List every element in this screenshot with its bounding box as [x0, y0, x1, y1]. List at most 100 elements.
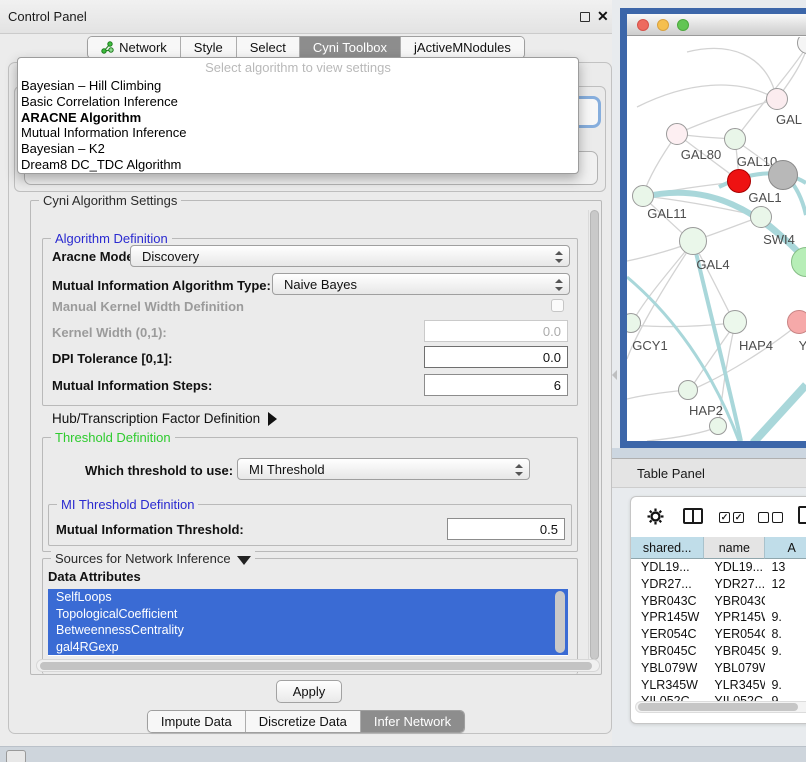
table-row[interactable]: YBR045CYBR045C9. — [631, 643, 806, 660]
table-row[interactable]: YDL19...YDL19...13 — [631, 559, 806, 576]
zoom-traffic-light-icon[interactable] — [677, 19, 689, 31]
window-gap — [612, 448, 806, 458]
close-icon[interactable]: ✕ — [597, 8, 609, 25]
table-cell: YIL052C — [704, 693, 765, 701]
network-node-gcy1[interactable] — [627, 313, 641, 333]
dropdown-item-bayesian-hill-climbing[interactable]: Bayesian – Hill Climbing — [18, 78, 578, 94]
threshold-definition-title: Threshold Definition — [51, 430, 175, 445]
manual-kernel-label: Manual Kernel Width Definition — [52, 299, 244, 314]
tab-cyni-toolbox[interactable]: Cyni Toolbox — [300, 37, 401, 58]
checked-pair-icon[interactable]: ✓✓ — [719, 512, 744, 523]
table-cell: YDL19... — [704, 559, 765, 576]
hub-definition-label[interactable]: Hub/Transcription Factor Definition — [52, 411, 277, 426]
aracne-mode-label: Aracne Mode: — [52, 249, 138, 264]
tab-discretize-data[interactable]: Discretize Data — [246, 711, 361, 732]
panel-collapse-arrow-icon[interactable] — [612, 370, 617, 380]
network-node[interactable] — [768, 160, 798, 190]
dropdown-item-mutual-information-inference[interactable]: Mutual Information Inference — [18, 125, 578, 141]
table-row[interactable]: YDR27...YDR27...12 — [631, 576, 806, 593]
column-header-a[interactable]: A — [765, 537, 806, 559]
network-node-hap2[interactable] — [678, 380, 698, 400]
node-label-gal80: GAL80 — [681, 147, 721, 162]
table-cell: YBL079W — [704, 660, 765, 677]
control-panel-tabbar: Network Style SelectCyni ToolboxjActiveMNo… — [0, 36, 612, 59]
network-node-gal10[interactable] — [724, 128, 746, 150]
dropdown-item-basic-correlation-inference[interactable]: Basic Correlation Inference — [18, 94, 578, 110]
network-node-gal1[interactable] — [750, 206, 772, 228]
table-row[interactable]: YLR345WYLR345W9. — [631, 677, 806, 694]
kernel-width-label: Kernel Width (0,1): — [52, 325, 167, 340]
column-header-shared[interactable]: shared... — [631, 537, 704, 559]
table-cell: 9 — [765, 693, 806, 701]
settings-horizontal-scrollbar[interactable] — [36, 659, 600, 672]
tab-infer-network[interactable]: Infer Network — [361, 711, 464, 732]
kernel-width-field[interactable] — [424, 320, 568, 342]
dropdown-item-bayesian-k2[interactable]: Bayesian – K2 — [18, 141, 578, 157]
page-icon[interactable] — [798, 506, 806, 524]
attribute-item-betweennesscentrality[interactable]: BetweennessCentrality — [48, 622, 568, 639]
node-label-gal11: GAL11 — [647, 206, 687, 221]
tab-label: Style — [194, 40, 223, 55]
table-row[interactable]: YPR145WYPR145W9. — [631, 609, 806, 626]
table-panel-title: Table Panel — [637, 466, 705, 481]
table-row[interactable]: YBR043CYBR043C — [631, 593, 806, 610]
table-cell: YDL19... — [631, 559, 704, 576]
table-row[interactable]: YIL052CYIL052C9 — [631, 693, 806, 701]
unchecked-pair-icon[interactable] — [758, 512, 783, 523]
network-node-gal4[interactable] — [679, 227, 707, 255]
network-canvas[interactable]: GALGAL80GAL10GAL1GAL11SWI4GAL4GCY1HAP4YH… — [627, 37, 806, 441]
dropdown-item-dream8-dc-tdc-algorithm[interactable]: Dream8 DC_TDC Algorithm — [18, 157, 578, 173]
combo-arrows-icon — [555, 250, 562, 264]
gear-icon[interactable] — [647, 508, 664, 525]
tab-style[interactable]: Style — [181, 37, 237, 58]
settings-vertical-scrollbar[interactable] — [588, 210, 599, 660]
split-columns-icon[interactable] — [683, 508, 703, 524]
mi-threshold-field[interactable] — [447, 518, 565, 540]
column-header-name[interactable]: name — [704, 537, 765, 559]
attribute-item-selfloops[interactable]: SelfLoops — [48, 589, 568, 606]
tab-label: Impute Data — [161, 714, 232, 729]
network-node-swi4[interactable] — [791, 247, 806, 277]
node-label-swi4: SWI4 — [763, 232, 795, 247]
table-horizontal-scrollbar[interactable] — [635, 701, 806, 713]
mi-algorithm-type-label: Mutual Information Algorithm Type: — [52, 278, 271, 293]
node-label-y: Y — [799, 338, 806, 353]
attribute-item-topologicalcoefficient[interactable]: TopologicalCoefficient — [48, 606, 568, 623]
tab-impute-data[interactable]: Impute Data — [148, 711, 246, 732]
manual-kernel-checkbox[interactable] — [551, 299, 564, 312]
network-node-gal80[interactable] — [666, 123, 688, 145]
minimize-traffic-light-icon[interactable] — [657, 19, 669, 31]
mi-steps-field[interactable] — [424, 374, 568, 396]
corner-grip[interactable] — [6, 750, 26, 762]
aracne-mode-combobox[interactable]: Discovery — [130, 245, 570, 267]
combo-arrows-icon — [555, 278, 562, 292]
tab-network[interactable]: Network — [88, 37, 181, 58]
attribute-item-gal4rgexp[interactable]: gal4RGexp — [48, 639, 568, 656]
data-attributes-list: SelfLoopsTopologicalCoefficientBetweenne… — [48, 589, 568, 656]
mi-algorithm-type-combobox[interactable]: Naive Bayes — [272, 273, 570, 295]
table-cell: YLR345W — [704, 677, 765, 694]
dropdown-item-aracne-algorithm[interactable]: ARACNE Algorithm — [18, 110, 578, 126]
dpi-tolerance-field[interactable] — [424, 346, 568, 368]
network-window-titlebar[interactable] — [627, 14, 806, 36]
apply-button[interactable]: Apply — [276, 680, 342, 703]
attribute-list-scrollbar[interactable] — [555, 591, 565, 653]
tab-select[interactable]: Select — [237, 37, 300, 58]
table-row[interactable]: YBL079WYBL079W — [631, 660, 806, 677]
data-attributes-label: Data Attributes — [48, 569, 141, 584]
float-window-icon[interactable] — [580, 12, 590, 22]
close-traffic-light-icon[interactable] — [637, 19, 649, 31]
table-row[interactable]: YER054CYER054C8. — [631, 626, 806, 643]
network-node-gal11[interactable] — [632, 185, 654, 207]
network-node[interactable] — [709, 417, 727, 435]
tab-jactivemnodules[interactable]: jActiveMNodules — [401, 37, 524, 58]
network-view-window: GALGAL80GAL10GAL1GAL11SWI4GAL4GCY1HAP4YH… — [620, 8, 806, 448]
dropdown-placeholder: Select algorithm to view settings — [18, 58, 578, 78]
network-node-gal[interactable] — [766, 88, 788, 110]
network-node-y[interactable] — [787, 310, 806, 334]
which-threshold-combobox[interactable]: MI Threshold — [237, 458, 530, 480]
mi-steps-label: Mutual Information Steps: — [52, 378, 212, 393]
network-node-hap4[interactable] — [723, 310, 747, 334]
network-node[interactable] — [797, 37, 806, 54]
sources-title[interactable]: Sources for Network Inference — [51, 551, 255, 566]
